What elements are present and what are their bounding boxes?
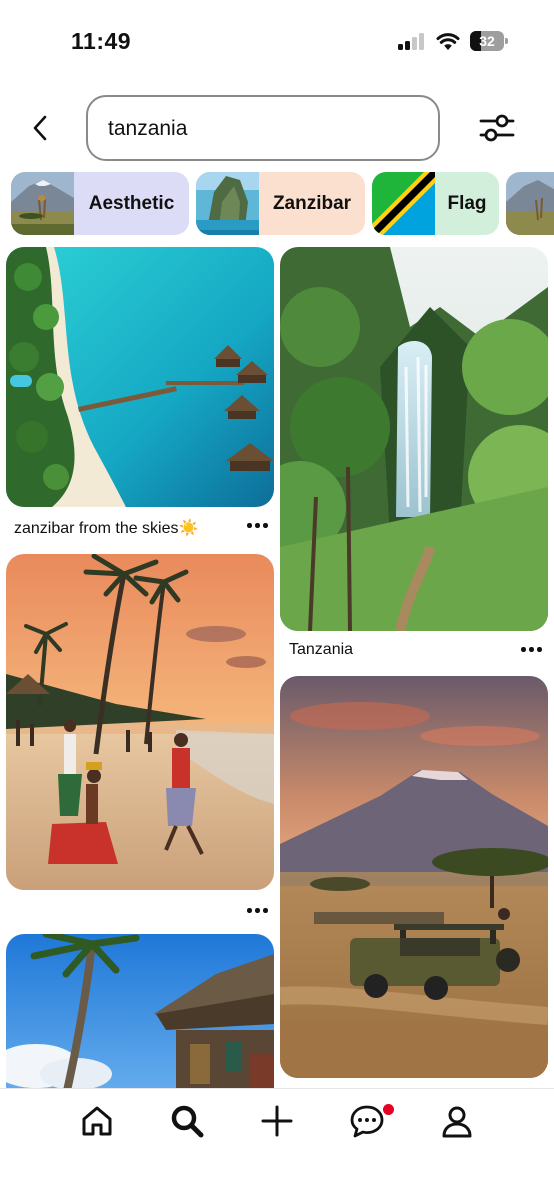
chip-label: Aesthetic (74, 172, 189, 235)
status-bar: 11:49 32 (0, 0, 554, 80)
pin-caption: zanzibar from the skies☀️ (14, 520, 199, 537)
chevron-left-icon (33, 115, 47, 141)
nav-profile[interactable] (437, 1101, 477, 1141)
chip-more[interactable] (506, 172, 554, 235)
chip-label: Zanzibar (259, 172, 365, 235)
chip-flag[interactable]: Flag (372, 172, 499, 235)
chip-aesthetic[interactable]: Aesthetic (11, 172, 189, 235)
pin-caption: Tanzania (289, 641, 354, 658)
status-time: 11:49 (71, 28, 132, 54)
chip-zanzibar-image (196, 172, 259, 235)
nav-search[interactable] (167, 1101, 207, 1141)
suggestion-chips: Aesthetic Zanzibar Flag (0, 172, 554, 236)
chip-more-image (506, 172, 554, 235)
pin-image[interactable] (6, 934, 274, 1104)
pin-image[interactable] (6, 554, 274, 890)
signal-icon (398, 33, 425, 50)
chip-label: Flag (435, 172, 499, 235)
chip-flag-image (372, 172, 435, 235)
pin-image[interactable] (280, 247, 548, 631)
back-button[interactable] (26, 113, 56, 143)
nav-home[interactable] (77, 1101, 117, 1141)
wifi-icon (436, 33, 460, 50)
notification-badge (383, 1104, 394, 1115)
search-input[interactable] (108, 111, 418, 147)
plus-icon (261, 1105, 293, 1137)
nav-messages[interactable] (347, 1101, 387, 1141)
more-options-icon[interactable] (246, 520, 270, 530)
chat-icon (350, 1105, 384, 1138)
chip-zanzibar[interactable]: Zanzibar (196, 172, 365, 235)
pin-image[interactable] (280, 676, 548, 1078)
pin-image[interactable] (6, 247, 274, 507)
home-indicator (205, 1185, 349, 1190)
search-icon (171, 1105, 204, 1138)
nav-create[interactable] (257, 1101, 297, 1141)
profile-icon (442, 1106, 472, 1138)
more-options-icon[interactable] (520, 644, 544, 654)
battery-icon: 32 (470, 31, 508, 51)
more-options-icon[interactable] (246, 905, 270, 915)
filter-icon[interactable] (478, 111, 516, 145)
home-icon (82, 1106, 112, 1136)
battery-percent: 32 (479, 33, 495, 49)
chip-aesthetic-image (11, 172, 74, 235)
search-field[interactable] (86, 95, 440, 161)
